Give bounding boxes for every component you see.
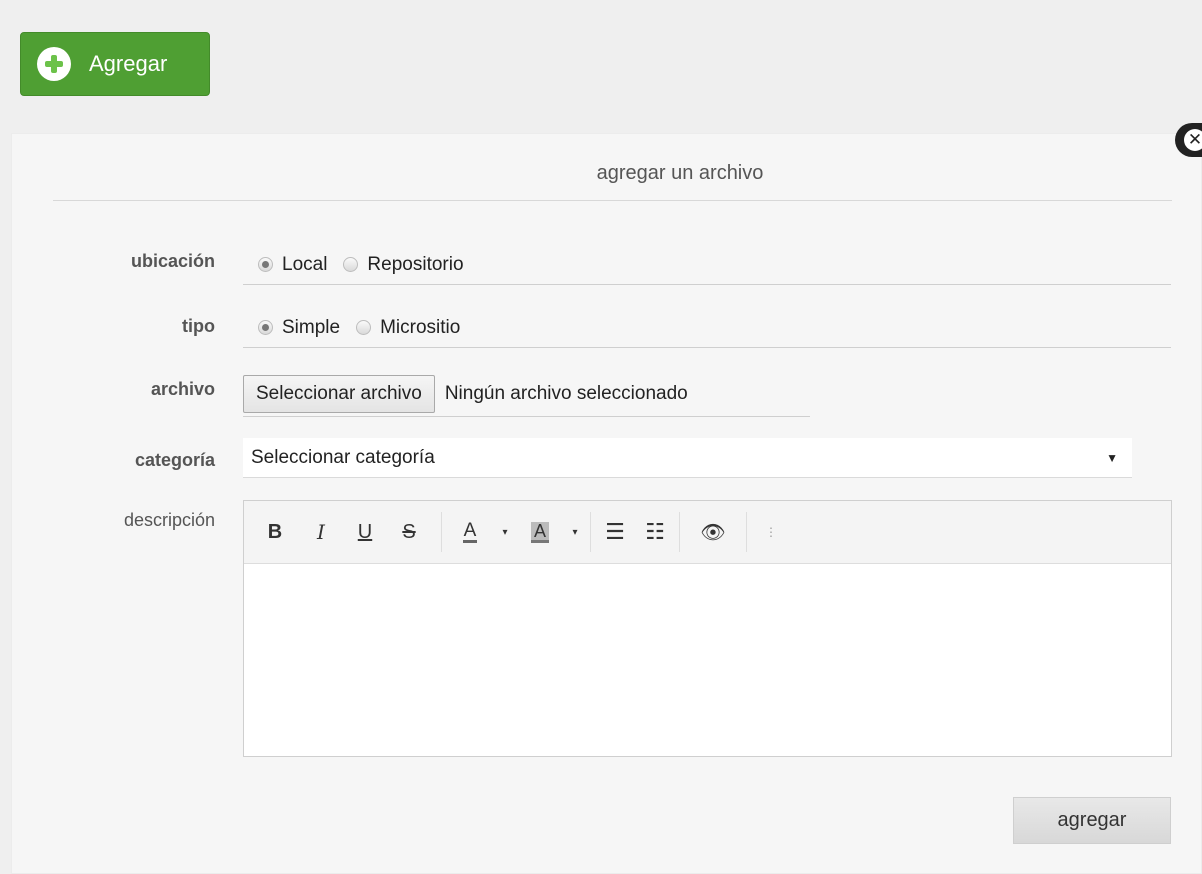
font-color-dropdown[interactable]: ▾ bbox=[494, 513, 516, 551]
file-input: Seleccionar archivo Ningún archivo selec… bbox=[243, 371, 810, 417]
category-label: categoría bbox=[134, 450, 215, 470]
location-local-label[interactable]: Local bbox=[282, 254, 327, 276]
location-local-radio[interactable] bbox=[258, 257, 273, 272]
plus-icon bbox=[37, 47, 71, 81]
highlight-color-dropdown[interactable]: ▾ bbox=[564, 513, 586, 551]
file-label: archivo bbox=[150, 379, 215, 399]
choose-file-button[interactable]: Seleccionar archivo bbox=[243, 374, 435, 413]
underline-button[interactable]: U bbox=[349, 513, 381, 551]
add-button-label: Agregar bbox=[89, 51, 168, 76]
chevron-down-icon: ▼ bbox=[1106, 450, 1118, 465]
toolbar-divider bbox=[746, 512, 747, 552]
bullet-list-icon[interactable]: ☰ bbox=[595, 513, 635, 551]
title-divider bbox=[53, 200, 1172, 201]
toolbar-divider bbox=[590, 512, 591, 552]
location-radio-group: Local Repositorio bbox=[243, 245, 1171, 285]
description-label: descripción bbox=[123, 510, 215, 530]
type-microsite-label[interactable]: Micrositio bbox=[380, 317, 460, 339]
numbered-list-icon[interactable]: ☷ bbox=[635, 513, 675, 551]
location-label: ubicación bbox=[130, 251, 215, 271]
category-selected-value: Seleccionar categoría bbox=[251, 446, 435, 468]
modal-title: agregar un archivo bbox=[596, 162, 764, 184]
type-simple-radio[interactable] bbox=[258, 320, 273, 335]
location-repository-radio[interactable] bbox=[343, 257, 359, 272]
toolbar-divider bbox=[679, 512, 680, 552]
editor-toolbar: B I U S A ▾ A ▾ ☰ ☷ 👁 ⋮ bbox=[244, 501, 1171, 564]
type-simple-label[interactable]: Simple bbox=[282, 317, 340, 339]
type-label: tipo bbox=[182, 316, 215, 336]
strikethrough-button[interactable]: S bbox=[381, 513, 437, 551]
highlight-color-button[interactable]: A bbox=[516, 513, 564, 551]
preview-eye-icon[interactable]: 👁 bbox=[684, 513, 742, 551]
more-options-icon[interactable]: ⋮ bbox=[751, 513, 791, 551]
toolbar-divider bbox=[441, 512, 442, 552]
italic-button[interactable]: I bbox=[293, 513, 349, 551]
description-text-area[interactable] bbox=[244, 564, 1171, 758]
type-microsite-radio[interactable] bbox=[356, 320, 372, 335]
category-select[interactable]: Seleccionar categoría ▼ bbox=[243, 438, 1132, 478]
add-button[interactable]: Agregar bbox=[20, 32, 210, 96]
submit-agregar-button[interactable]: agregar bbox=[1013, 797, 1171, 844]
bold-button[interactable]: B bbox=[257, 513, 293, 551]
file-status: Ningún archivo seleccionado bbox=[444, 382, 688, 404]
location-repository-label[interactable]: Repositorio bbox=[367, 254, 463, 276]
type-radio-group: Simple Micrositio bbox=[243, 308, 1171, 348]
font-color-button[interactable]: A bbox=[446, 513, 494, 551]
close-icon[interactable]: ✕ bbox=[1175, 123, 1202, 157]
description-editor[interactable]: B I U S A ▾ A ▾ ☰ ☷ 👁 ⋮ bbox=[243, 500, 1172, 757]
